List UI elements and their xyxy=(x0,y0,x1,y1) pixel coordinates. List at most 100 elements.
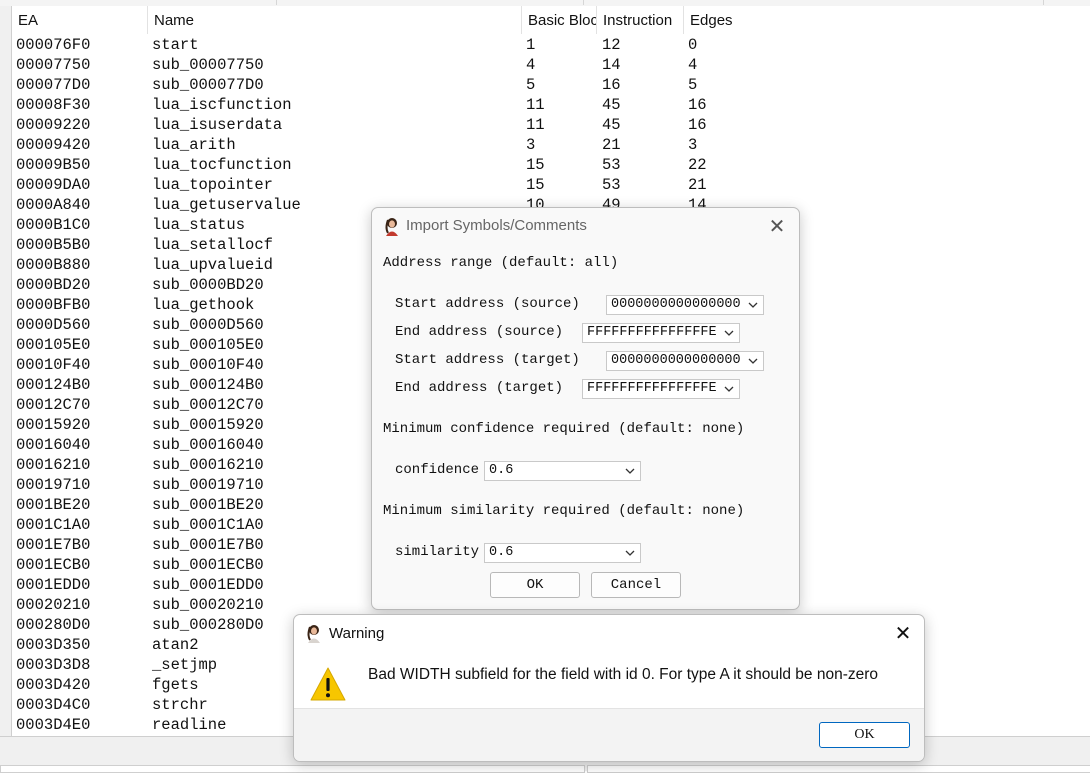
cell-name: sub_0001E7B0 xyxy=(152,536,264,554)
table-row[interactable]: 000076F0 start 1 12 0 xyxy=(12,35,1090,55)
column-header-instructions[interactable]: Instruction xyxy=(597,6,684,34)
confidence-label: confidence xyxy=(395,462,480,478)
table-row[interactable]: 00009220 lua_isuserdata 11 45 16 xyxy=(12,115,1090,135)
cell-ea: 000280D0 xyxy=(16,616,91,634)
cell-name: lua_topointer xyxy=(152,176,273,194)
similarity-heading: Minimum similarity required (default: no… xyxy=(383,503,745,519)
cell-instructions: 53 xyxy=(602,156,621,174)
cell-name: lua_arith xyxy=(152,136,236,154)
cell-instructions: 53 xyxy=(602,176,621,194)
cell-name: lua_iscfunction xyxy=(152,96,292,114)
app-logo-icon xyxy=(382,216,402,236)
column-header-ea[interactable]: EA xyxy=(12,6,148,34)
cell-ea: 00015920 xyxy=(16,416,91,434)
confidence-combo[interactable]: 0.6 xyxy=(484,461,641,481)
import-dialog-titlebar[interactable]: Import Symbols/Comments ✕ xyxy=(372,208,799,242)
cell-edges: 21 xyxy=(688,176,707,194)
cell-edges: 4 xyxy=(688,56,698,74)
end-target-label: End address (target) xyxy=(395,380,564,396)
cell-instructions: 16 xyxy=(602,76,621,94)
cell-ea: 0003D350 xyxy=(16,636,91,654)
list-header: EA Name Basic Bloc Instruction Edges xyxy=(12,6,1090,34)
cell-ea: 0001ECB0 xyxy=(16,556,91,574)
cell-edges: 5 xyxy=(688,76,698,94)
end-target-combo[interactable]: FFFFFFFFFFFFFFFE xyxy=(582,379,740,399)
cell-name: lua_status xyxy=(152,216,246,234)
cell-ea: 00009420 xyxy=(16,136,91,154)
cell-ea: 0000BD20 xyxy=(16,276,91,294)
cell-name: lua_gethook xyxy=(152,296,255,314)
cell-name: sub_0001EDD0 xyxy=(152,576,264,594)
chevron-down-icon xyxy=(724,386,734,392)
cell-ea: 0000D560 xyxy=(16,316,91,334)
cell-basic-blocks: 3 xyxy=(526,136,536,154)
cell-basic-blocks: 11 xyxy=(526,96,545,114)
cell-basic-blocks: 15 xyxy=(526,176,545,194)
cell-ea: 00012C70 xyxy=(16,396,91,414)
column-header-edges[interactable]: Edges xyxy=(684,6,1090,34)
cell-edges: 0 xyxy=(688,36,698,54)
cell-ea: 0000BFB0 xyxy=(16,296,91,314)
start-source-value: 0000000000000000 xyxy=(611,297,741,312)
start-target-value: 0000000000000000 xyxy=(611,353,741,368)
cell-ea: 0001C1A0 xyxy=(16,516,91,534)
table-row[interactable]: 00009B50 lua_tocfunction 15 53 22 xyxy=(12,155,1090,175)
chevron-down-icon xyxy=(625,550,635,556)
warning-triangle-icon xyxy=(309,665,347,708)
cell-instructions: 12 xyxy=(602,36,621,54)
table-row[interactable]: 000077D0 sub_000077D0 5 16 5 xyxy=(12,75,1090,95)
cell-instructions: 45 xyxy=(602,116,621,134)
close-icon[interactable]: ✕ xyxy=(766,215,788,237)
table-row[interactable]: 00007750 sub_00007750 4 14 4 xyxy=(12,55,1090,75)
similarity-label: similarity xyxy=(395,544,480,560)
cell-name: sub_00015920 xyxy=(152,416,264,434)
import-ok-button[interactable]: OK xyxy=(490,572,580,598)
warning-dialog: Warning ✕ Bad WIDTH subfield for the fie… xyxy=(293,614,925,762)
cell-ea: 0000A840 xyxy=(16,196,91,214)
cell-ea: 00019710 xyxy=(16,476,91,494)
cell-name: sub_0000D560 xyxy=(152,316,264,334)
table-row[interactable]: 00009DA0 lua_topointer 15 53 21 xyxy=(12,175,1090,195)
cell-ea: 00009220 xyxy=(16,116,91,134)
end-source-combo[interactable]: FFFFFFFFFFFFFFFE xyxy=(582,323,740,343)
cell-name: sub_0001C1A0 xyxy=(152,516,264,534)
cell-basic-blocks: 5 xyxy=(526,76,536,94)
horizontal-scrollbar-right[interactable] xyxy=(587,765,1090,773)
table-row[interactable]: 00008F30 lua_iscfunction 11 45 16 xyxy=(12,95,1090,115)
address-range-heading: Address range (default: all) xyxy=(383,255,619,271)
cell-basic-blocks: 1 xyxy=(526,36,536,54)
cell-name: sub_00016040 xyxy=(152,436,264,454)
cell-name: sub_000105E0 xyxy=(152,336,264,354)
end-target-value: FFFFFFFFFFFFFFFE xyxy=(587,381,717,396)
similarity-value: 0.6 xyxy=(489,545,514,560)
chevron-down-icon xyxy=(724,330,734,336)
cell-ea: 0000B5B0 xyxy=(16,236,91,254)
start-source-combo[interactable]: 0000000000000000 xyxy=(606,295,764,315)
warning-dialog-titlebar[interactable]: Warning ✕ xyxy=(294,615,924,649)
cell-ea: 00016210 xyxy=(16,456,91,474)
cell-name: sub_000280D0 xyxy=(152,616,264,634)
close-icon[interactable]: ✕ xyxy=(892,622,914,644)
cell-ea: 0000B1C0 xyxy=(16,216,91,234)
cell-ea: 0000B880 xyxy=(16,256,91,274)
warning-ok-button[interactable]: OK xyxy=(819,722,910,748)
column-header-basic-blocks[interactable]: Basic Bloc xyxy=(522,6,597,34)
chevron-down-icon xyxy=(625,468,635,474)
table-row[interactable]: 00009420 lua_arith 3 21 3 xyxy=(12,135,1090,155)
cell-instructions: 45 xyxy=(602,96,621,114)
cell-name: sub_00007750 xyxy=(152,56,264,74)
start-target-combo[interactable]: 0000000000000000 xyxy=(606,351,764,371)
similarity-combo[interactable]: 0.6 xyxy=(484,543,641,563)
horizontal-scrollbar-left[interactable] xyxy=(0,765,585,773)
cell-name: lua_setallocf xyxy=(152,236,273,254)
cell-edges: 3 xyxy=(688,136,698,154)
cell-name: sub_00010F40 xyxy=(152,356,264,374)
cell-name: fgets xyxy=(152,676,199,694)
cell-ea: 0003D4E0 xyxy=(16,716,91,734)
import-cancel-button[interactable]: Cancel xyxy=(591,572,681,598)
cell-edges: 16 xyxy=(688,96,707,114)
cell-name: lua_tocfunction xyxy=(152,156,292,174)
cell-basic-blocks: 4 xyxy=(526,56,536,74)
column-header-name[interactable]: Name xyxy=(148,6,522,34)
cell-ea: 0003D3D8 xyxy=(16,656,91,674)
